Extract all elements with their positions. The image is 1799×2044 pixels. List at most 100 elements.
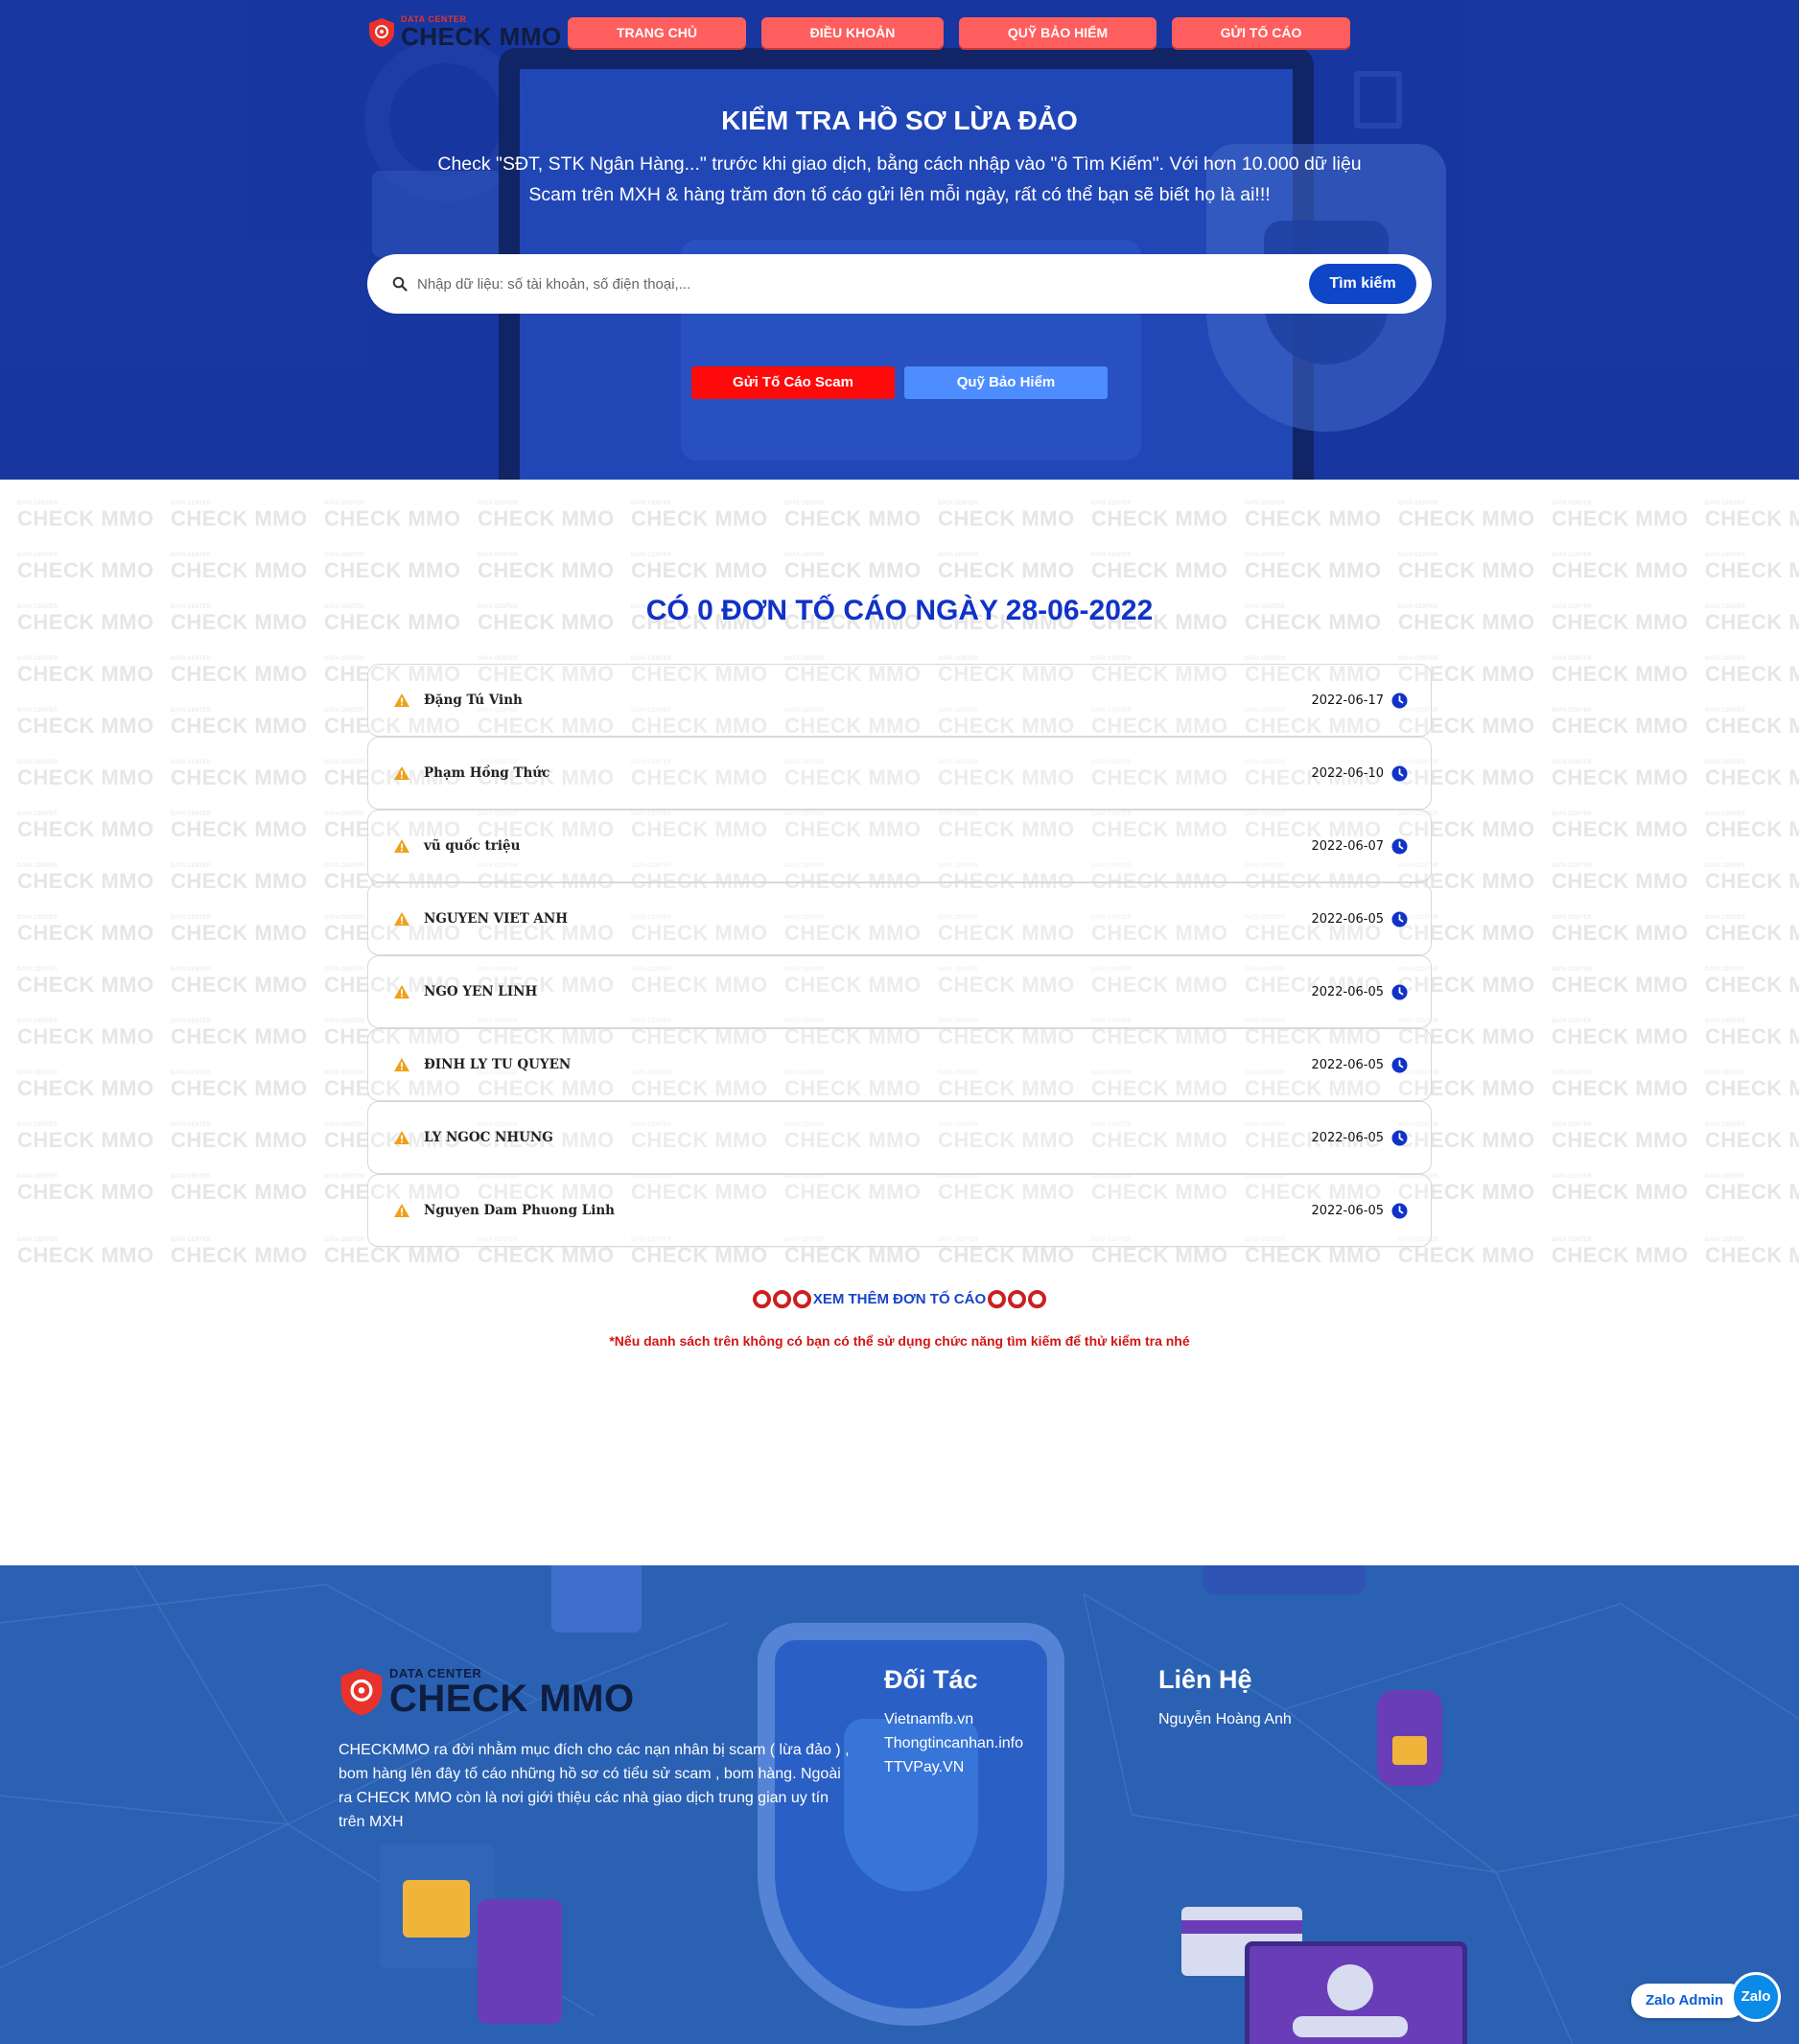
watermark-big-text: CHECK MMO	[1705, 817, 1799, 841]
watermark-big-text: CHECK MMO	[631, 558, 768, 582]
nav-home[interactable]: TRANG CHỦ	[568, 17, 746, 48]
warning-triangle-icon	[393, 1203, 410, 1218]
search-input[interactable]	[417, 275, 1309, 293]
partner-link[interactable]: Vietnamfb.vn	[884, 1707, 1023, 1731]
site-logo[interactable]: DATA CENTER CHECK MMO	[368, 15, 562, 49]
watermark-big-text: CHECK MMO	[17, 662, 154, 686]
hero-description-line-2: Scam trên MXH & hàng trăm đơn tố cáo gửi…	[528, 184, 1271, 205]
watermark-big-text: CHECK MMO	[1552, 1243, 1689, 1267]
warning-triangle-icon	[393, 765, 410, 781]
footer-about-text: CHECKMMO ra đời nhằm mục đích cho các nạ…	[339, 1742, 850, 1830]
avatar-decoration	[1327, 1964, 1373, 2010]
watermark-big-text: CHECK MMO	[1705, 1024, 1799, 1048]
nav-send-report[interactable]: GỬI TỐ CÁO	[1172, 17, 1350, 48]
watermark-big-text: CHECK MMO	[1705, 662, 1799, 686]
report-date: 2022-06-05	[1311, 984, 1384, 999]
nav-terms[interactable]: ĐIỀU KHOẢN	[761, 17, 944, 48]
report-scam-button[interactable]: Gửi Tố Cáo Scam	[691, 366, 895, 399]
watermark-text: DATA CENTERCHECK MMO	[1705, 1019, 1799, 1049]
watermark-text: DATA CENTERCHECK MMO	[17, 1070, 154, 1101]
report-date: 2022-06-05	[1311, 1203, 1384, 1218]
watermark-big-text: CHECK MMO	[324, 506, 461, 530]
watermark-text: DATA CENTERCHECK MMO	[478, 552, 615, 583]
watermark-big-text: CHECK MMO	[171, 1243, 308, 1267]
warning-triangle-icon	[393, 984, 410, 999]
watermark-text: DATA CENTERCHECK MMO	[1705, 863, 1799, 894]
footer-logo[interactable]: DATA CENTER CHECK MMO	[339, 1666, 635, 1718]
report-row[interactable]: Đặng Tú Vinh 2022-06-17	[367, 664, 1432, 737]
watermark-text: DATA CENTERCHECK MMO	[1705, 967, 1799, 998]
watermark-text: DATA CENTERCHECK MMO	[171, 1237, 308, 1268]
report-name: NGO YEN LINH	[424, 984, 538, 999]
partner-link[interactable]: TTVPay.VN	[884, 1755, 1023, 1779]
report-date: 2022-06-05	[1311, 1057, 1384, 1072]
see-more-reports-link[interactable]: XEM THÊM ĐƠN TỐ CÁO	[0, 1290, 1799, 1308]
watermark-text: DATA CENTERCHECK MMO	[324, 552, 461, 583]
fingerprint-phone-decoration	[478, 1899, 562, 2024]
report-name: Phạm Hồng Thức	[424, 765, 550, 781]
report-row[interactable]: Phạm Hồng Thức 2022-06-10	[367, 737, 1432, 810]
watermark-big-text: CHECK MMO	[1705, 1180, 1799, 1204]
report-name: LY NGOC NHUNG	[424, 1130, 553, 1145]
contact-link[interactable]: Nguyễn Hoàng Anh	[1158, 1707, 1292, 1731]
watermark-big-text: CHECK MMO	[171, 1128, 308, 1152]
report-row[interactable]: vũ quốc triệu 2022-06-07	[367, 810, 1432, 882]
watermark-text: DATA CENTERCHECK MMO	[1552, 708, 1689, 739]
report-date: 2022-06-10	[1311, 765, 1384, 781]
watermark-big-text: CHECK MMO	[1552, 1180, 1689, 1204]
report-row[interactable]: Nguyen Dam Phuong Linh 2022-06-05	[367, 1174, 1432, 1247]
warning-triangle-icon	[393, 838, 410, 854]
watermark-text: DATA CENTERCHECK MMO	[17, 552, 154, 583]
watermark-big-text: CHECK MMO	[17, 1024, 154, 1048]
watermark-text: DATA CENTERCHECK MMO	[1705, 501, 1799, 531]
contact-title: Liên Hệ	[1158, 1665, 1252, 1694]
watermark-big-text: CHECK MMO	[1552, 1128, 1689, 1152]
report-row[interactable]: ĐINH LY TU QUYEN 2022-06-05	[367, 1028, 1432, 1101]
watermark-big-text: CHECK MMO	[1705, 973, 1799, 997]
insurance-fund-button[interactable]: Quỹ Bảo Hiểm	[904, 366, 1108, 399]
partners-title: Đối Tác	[884, 1665, 978, 1694]
zalo-icon: Zalo	[1731, 1972, 1781, 2022]
clock-icon	[1391, 765, 1408, 782]
watermark-text: DATA CENTERCHECK MMO	[17, 708, 154, 739]
watermark-text: DATA CENTERCHECK MMO	[1552, 760, 1689, 790]
watermark-big-text: CHECK MMO	[171, 506, 308, 530]
watermark-text: DATA CENTERCHECK MMO	[1552, 967, 1689, 998]
watermark-big-text: CHECK MMO	[1091, 506, 1228, 530]
watermark-big-text: CHECK MMO	[324, 558, 461, 582]
watermark-text: DATA CENTERCHECK MMO	[1245, 501, 1382, 531]
watermark-big-text: CHECK MMO	[171, 973, 308, 997]
warning-triangle-icon	[393, 693, 410, 708]
watermark-big-text: CHECK MMO	[1552, 662, 1689, 686]
watermark-text: DATA CENTERCHECK MMO	[171, 708, 308, 739]
logo-big-text: CHECK MMO	[401, 22, 562, 51]
nav-insurance-fund[interactable]: QUỸ BẢO HIỂM	[959, 17, 1156, 48]
usb-lock-decoration	[1392, 1736, 1427, 1765]
watermark-text: DATA CENTERCHECK MMO	[171, 1070, 308, 1101]
watermark-text: DATA CENTERCHECK MMO	[938, 501, 1075, 531]
hero-overlay	[0, 0, 1799, 480]
partner-link[interactable]: Thongtincanhan.info	[884, 1731, 1023, 1755]
report-row[interactable]: LY NGOC NHUNG 2022-06-05	[367, 1101, 1432, 1174]
report-name: ĐINH LY TU QUYEN	[424, 1057, 572, 1072]
watermark-text: DATA CENTERCHECK MMO	[17, 811, 154, 842]
footer-logo-big-text: CHECK MMO	[389, 1677, 635, 1720]
search-button[interactable]: Tìm kiếm	[1309, 264, 1416, 304]
watermark-text: DATA CENTERCHECK MMO	[1552, 501, 1689, 531]
report-name: NGUYEN VIET ANH	[424, 911, 569, 927]
ring-icon	[988, 1290, 1007, 1308]
contact-list: Nguyễn Hoàng Anh	[1158, 1707, 1292, 1731]
document-decoration	[551, 1565, 642, 1633]
watermark-big-text: CHECK MMO	[17, 1243, 154, 1267]
report-date: 2022-06-17	[1311, 693, 1384, 708]
watermark-big-text: CHECK MMO	[478, 558, 615, 582]
report-row[interactable]: NGUYEN VIET ANH 2022-06-05	[367, 882, 1432, 955]
watermark-text: DATA CENTERCHECK MMO	[1245, 552, 1382, 583]
ring-icon	[1008, 1290, 1027, 1308]
watermark-big-text: CHECK MMO	[1552, 973, 1689, 997]
watermark-text: DATA CENTERCHECK MMO	[1705, 811, 1799, 842]
report-name: Nguyen Dam Phuong Linh	[424, 1203, 615, 1218]
watermark-big-text: CHECK MMO	[171, 817, 308, 841]
report-row[interactable]: NGO YEN LINH 2022-06-05	[367, 955, 1432, 1028]
zalo-admin-button[interactable]: Zalo Admin Zalo	[1631, 1972, 1781, 2024]
